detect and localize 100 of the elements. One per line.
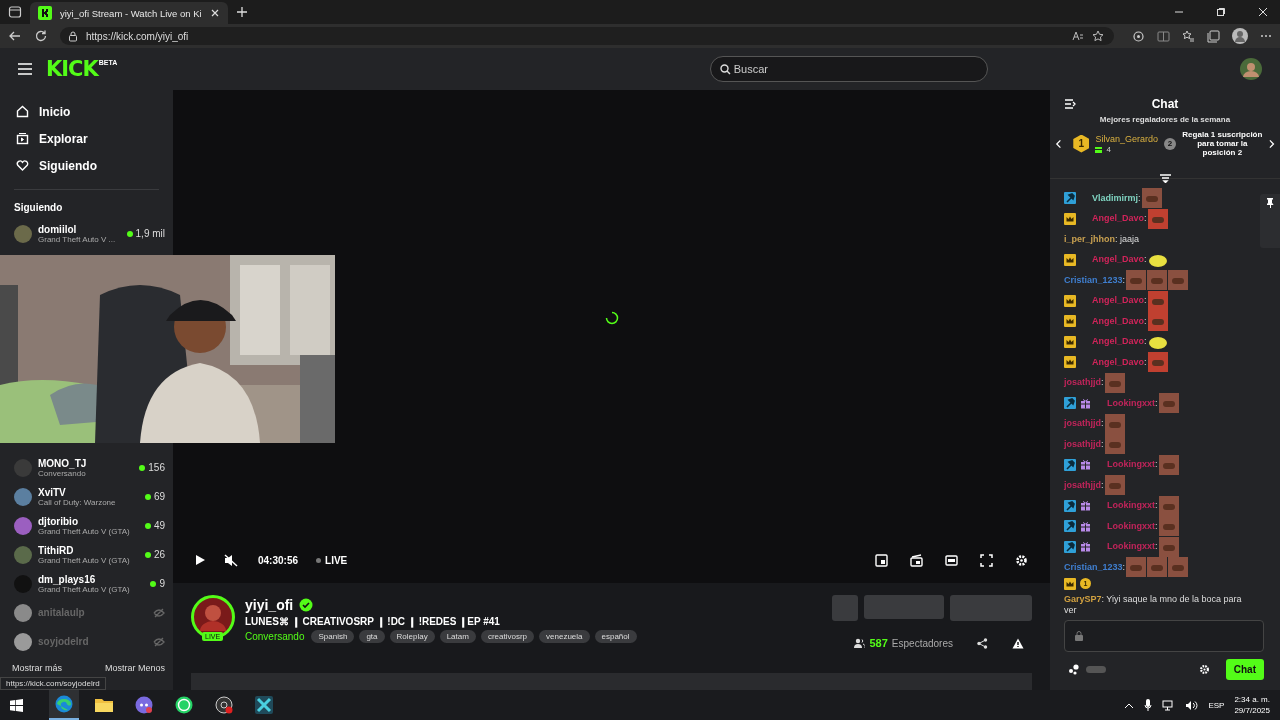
- channel-name[interactable]: MONO_TJ: [38, 457, 134, 469]
- chat-app-icon[interactable]: [135, 696, 153, 714]
- channel-name[interactable]: XviTV: [38, 486, 139, 498]
- warning-icon[interactable]: [1012, 637, 1024, 649]
- settings-icon[interactable]: [1015, 553, 1028, 567]
- message-text: Vladimirmj:: [1092, 192, 1141, 204]
- channel-name[interactable]: dm_plays16: [38, 573, 145, 585]
- chat-input[interactable]: [1064, 620, 1264, 652]
- show-more-link[interactable]: Mostrar más: [12, 663, 62, 673]
- browser-tab[interactable]: yiyi_ofi Stream - Watch Live on Ki: [30, 2, 228, 24]
- restore-icon[interactable]: [1216, 7, 1226, 17]
- viewer-count: 69: [153, 491, 165, 502]
- tab-actions-icon[interactable]: [8, 5, 22, 19]
- language-indicator[interactable]: ESP: [1208, 700, 1225, 710]
- new-tab-icon[interactable]: [235, 6, 248, 18]
- emote-icon: [1158, 495, 1179, 516]
- pin-icon: [1266, 198, 1274, 208]
- microphone-icon[interactable]: [1144, 699, 1153, 711]
- channel-name[interactable]: djtoribio: [38, 515, 139, 527]
- favorites-icon[interactable]: [1182, 29, 1195, 43]
- crown-badge-icon: [1064, 356, 1076, 369]
- message-text: GarySP7: Yiyi saque la mno de la boca para ver: [1064, 593, 1243, 616]
- tag[interactable]: Spanish: [311, 630, 355, 643]
- next-icon[interactable]: [1268, 138, 1275, 149]
- tag[interactable]: creativosrp: [480, 630, 535, 643]
- reload-icon[interactable]: [34, 29, 48, 43]
- chevron-up-icon[interactable]: [1124, 701, 1135, 709]
- nav-item[interactable]: Inicio: [16, 102, 159, 121]
- avatar[interactable]: [14, 632, 32, 651]
- back-icon[interactable]: [8, 29, 22, 43]
- browser-icon[interactable]: [55, 695, 73, 713]
- gift-badge-icon: [1080, 500, 1091, 512]
- theater-mode-icon[interactable]: [910, 553, 923, 567]
- share-icon[interactable]: [977, 637, 988, 649]
- rank-badge: 2: [1164, 137, 1176, 150]
- search-field[interactable]: Buscar: [709, 56, 988, 82]
- home-icon: [16, 105, 29, 118]
- channel-name[interactable]: TithiRD: [38, 544, 139, 556]
- tag[interactable]: gta: [359, 630, 385, 643]
- channel-name[interactable]: domiilol: [38, 223, 121, 235]
- tag[interactable]: Roleplay: [389, 630, 435, 643]
- mute-icon[interactable]: [224, 553, 238, 567]
- close-icon[interactable]: [209, 8, 220, 18]
- messaging-icon[interactable]: [175, 696, 193, 714]
- status-url: https://kick.com/soyjodelrd: [0, 677, 106, 690]
- mini-player-icon[interactable]: [875, 553, 888, 567]
- speaker-icon[interactable]: [1185, 699, 1199, 711]
- avatar[interactable]: [14, 545, 32, 564]
- viewer-count: 156: [148, 462, 165, 473]
- close-icon[interactable]: [1258, 7, 1268, 17]
- emote-icon: [1147, 311, 1168, 332]
- star-icon[interactable]: [1092, 30, 1104, 42]
- message-text: Lookingxxt:: [1107, 520, 1158, 532]
- collections-icon[interactable]: [1207, 29, 1220, 43]
- folder-icon[interactable]: [95, 697, 113, 713]
- avatar[interactable]: [14, 603, 32, 622]
- user-avatar[interactable]: [1240, 58, 1262, 80]
- emote-icon: [1158, 393, 1179, 414]
- channel-category: Conversando: [38, 468, 87, 478]
- category-link[interactable]: Conversando: [245, 631, 305, 642]
- nav-item[interactable]: Explorar: [16, 129, 159, 148]
- settings-icon[interactable]: [1198, 663, 1210, 675]
- scroll-down-icon[interactable]: [1159, 174, 1171, 183]
- address-field[interactable]: https://kick.com/yiyi_ofi: [60, 27, 1114, 45]
- channel-name[interactable]: yiyi_ofi: [245, 597, 294, 613]
- wide-mode-icon[interactable]: [945, 553, 958, 567]
- live-label: LIVE: [325, 554, 348, 566]
- tag[interactable]: venezuela: [539, 630, 590, 643]
- nav-item[interactable]: Siguiendo: [16, 156, 159, 175]
- menu-icon[interactable]: [18, 63, 32, 75]
- extensions-icon[interactable]: [1132, 29, 1145, 43]
- avatar[interactable]: [14, 224, 32, 243]
- tag[interactable]: Latam: [439, 630, 476, 643]
- start-icon[interactable]: [10, 698, 23, 712]
- collapse-icon[interactable]: [1065, 99, 1076, 109]
- profile-icon[interactable]: [1232, 28, 1248, 44]
- avatar[interactable]: [14, 487, 32, 506]
- message-text: Angel_Davo:: [1092, 336, 1147, 348]
- chat-button[interactable]: Chat: [1225, 658, 1264, 680]
- play-icon[interactable]: [195, 554, 206, 566]
- split-screen-icon[interactable]: [1157, 29, 1170, 43]
- gift-badge-icon: [1080, 541, 1091, 553]
- game-app-icon[interactable]: [255, 696, 273, 714]
- show-less-link[interactable]: Mostrar Menos: [104, 663, 165, 673]
- lock-icon: [1075, 631, 1083, 641]
- pinned-tab[interactable]: [1260, 194, 1280, 248]
- avatar[interactable]: [14, 516, 32, 535]
- channel-avatar[interactable]: [191, 595, 235, 639]
- recorder-icon[interactable]: [215, 696, 233, 714]
- fullscreen-icon[interactable]: [980, 553, 993, 567]
- emote-icon: [1158, 454, 1179, 475]
- read-aloud-icon[interactable]: [1072, 30, 1084, 42]
- tag[interactable]: español: [594, 630, 637, 643]
- gift-badge-icon: [1080, 397, 1091, 409]
- network-icon[interactable]: [1162, 699, 1176, 711]
- gifter-name[interactable]: Silvan_Gerardo: [1095, 133, 1158, 144]
- emote-icon: [1168, 557, 1189, 578]
- points-icon[interactable]: [1068, 663, 1080, 675]
- message-text: Cristian_1233:: [1064, 561, 1126, 573]
- previous-icon[interactable]: [1055, 138, 1062, 149]
